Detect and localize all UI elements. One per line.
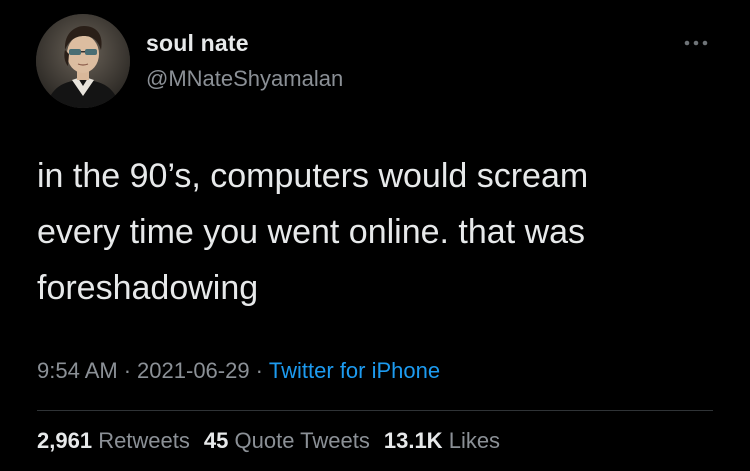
divider (37, 410, 713, 411)
quote-tweets-count: 45 (203, 428, 229, 453)
tweet-date[interactable]: 2021-06-29 (137, 358, 250, 383)
retweets-stat[interactable]: 2,961 Retweets (37, 428, 190, 453)
retweets-count: 2,961 (37, 428, 93, 453)
display-name[interactable]: soul nate (146, 30, 249, 57)
tweet-stats: 2,961 Retweets 45 Quote Tweets 13.1K Likes (37, 428, 500, 454)
quote-tweets-stat[interactable]: 45 Quote Tweets (204, 428, 370, 453)
likes-count: 13.1K (383, 428, 443, 453)
portrait-avatar-icon (36, 14, 130, 108)
likes-label: Likes (448, 428, 501, 453)
more-options-icon[interactable] (683, 38, 709, 48)
avatar[interactable] (36, 14, 130, 108)
retweets-label: Retweets (98, 428, 190, 453)
likes-stat[interactable]: 13.1K Likes (384, 428, 500, 453)
quote-tweets-label: Quote Tweets (234, 428, 370, 453)
tweet-meta: 9:54 AM · 2021-06-29 · Twitter for iPhone (37, 358, 440, 384)
tweet-time[interactable]: 9:54 AM (37, 358, 118, 383)
tweet-source-link[interactable]: Twitter for iPhone (269, 358, 440, 383)
meta-separator: · (255, 358, 263, 383)
tweet-text: in the 90’s, computers would scream ever… (37, 157, 589, 307)
tweet-card: soul nate @MNateShyamalan in the 90’s, c… (0, 0, 750, 471)
user-handle[interactable]: @MNateShyamalan (146, 66, 343, 92)
meta-separator: · (123, 358, 132, 383)
